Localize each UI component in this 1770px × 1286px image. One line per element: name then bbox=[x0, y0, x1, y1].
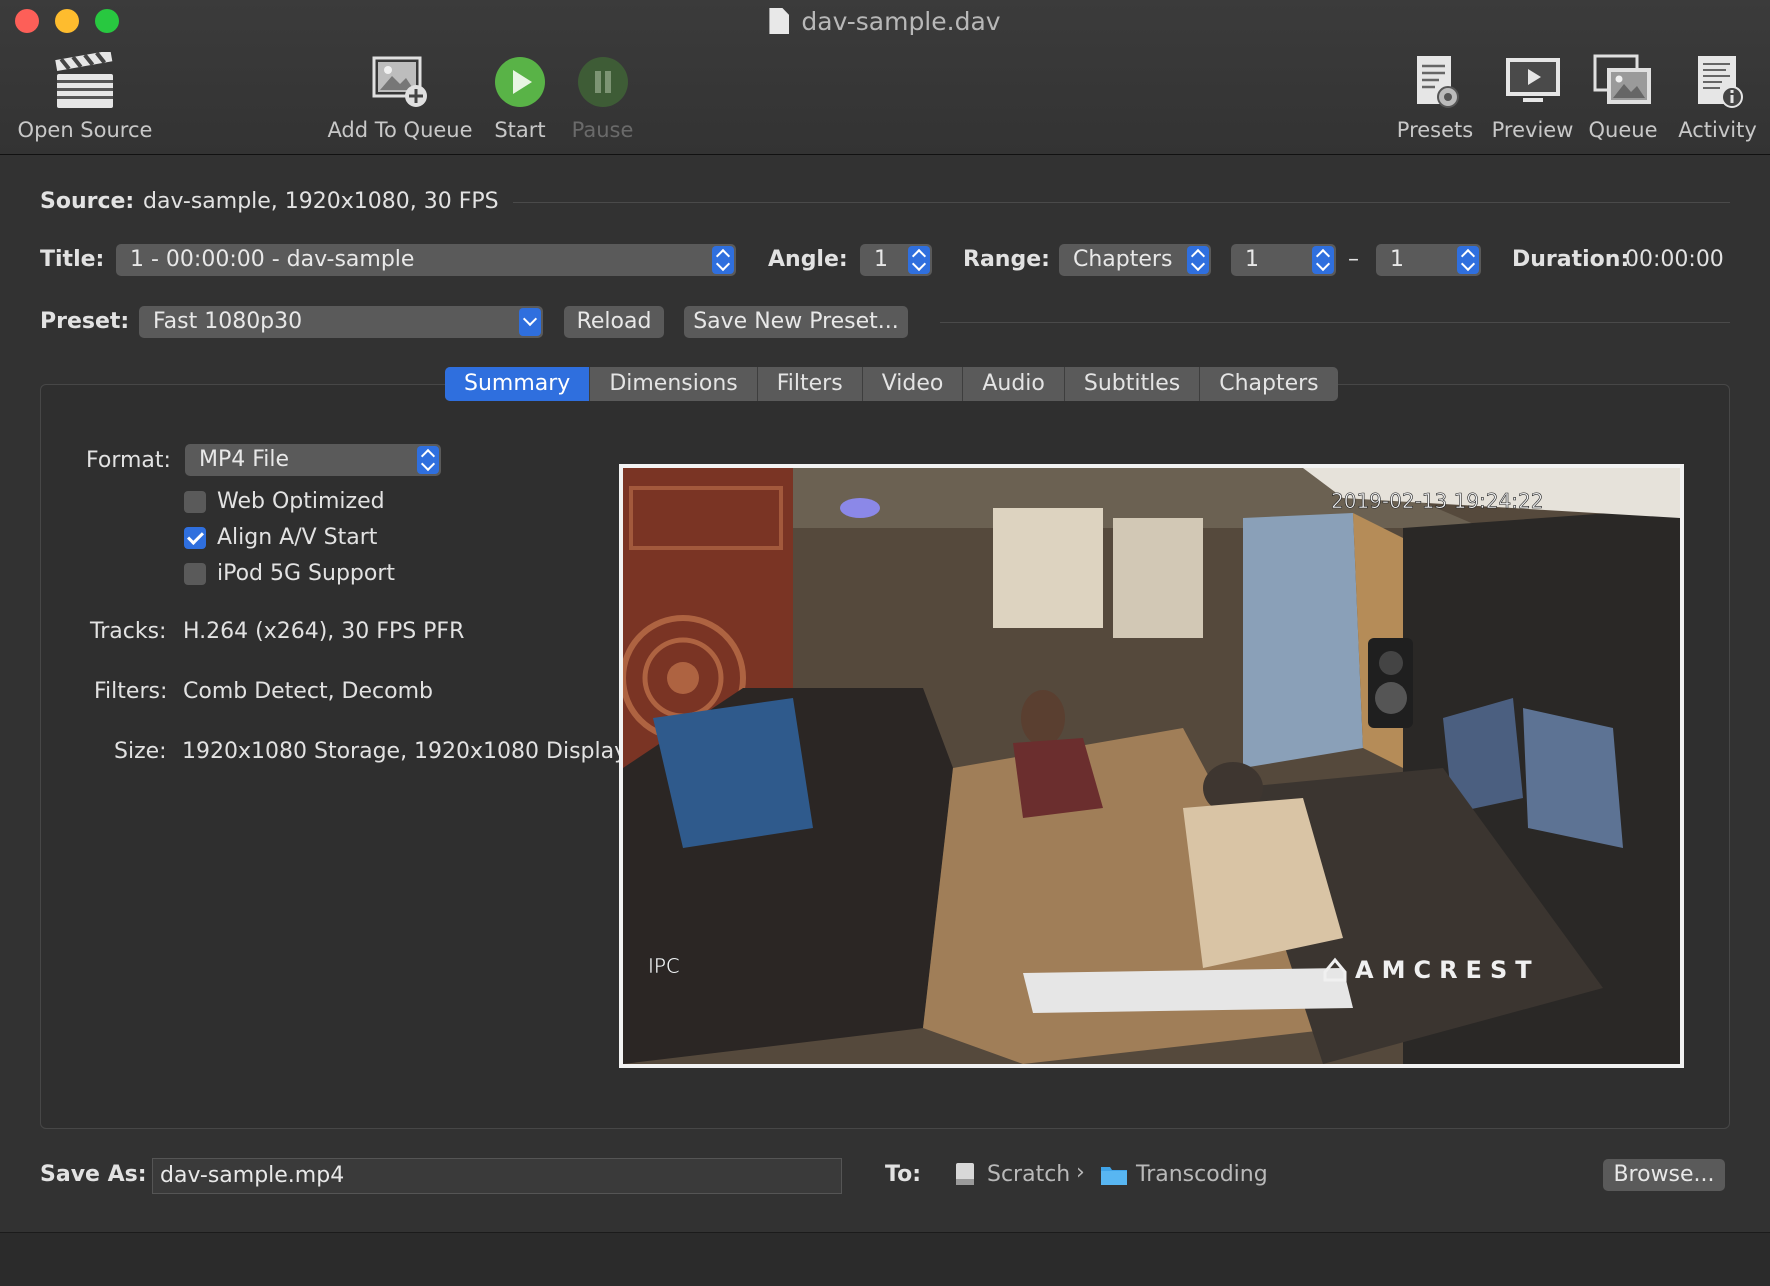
range-start-select[interactable]: 1 bbox=[1231, 244, 1336, 276]
app-window: dav-sample.dav Open Source Add To Queue … bbox=[0, 0, 1770, 1286]
filters-label: Filters: bbox=[94, 679, 168, 704]
range-end-select[interactable]: 1 bbox=[1376, 244, 1481, 276]
duration-label: Duration: bbox=[1512, 247, 1630, 272]
reload-button[interactable]: Reload bbox=[564, 306, 664, 338]
path-separator-chevron-icon: › bbox=[1076, 1160, 1085, 1185]
activity-log-icon bbox=[1686, 52, 1750, 112]
save-as-label: Save As: bbox=[40, 1162, 147, 1187]
align-av-start-label: Align A/V Start bbox=[217, 525, 378, 550]
source-value: dav-sample, 1920x1080, 30 FPS bbox=[143, 189, 499, 214]
angle-select[interactable]: 1 bbox=[860, 244, 932, 276]
drive-path-item[interactable]: Scratch bbox=[987, 1162, 1070, 1187]
up-down-chevron-icon bbox=[1457, 246, 1479, 274]
format-select[interactable]: MP4 File bbox=[185, 444, 441, 476]
title-label: Title: bbox=[40, 247, 105, 272]
monitor-play-icon bbox=[1501, 52, 1565, 112]
preset-select[interactable]: Fast 1080p30 bbox=[139, 306, 543, 338]
duration-value: 00:00:00 bbox=[1625, 247, 1724, 272]
filters-value: Comb Detect, Decomb bbox=[183, 679, 433, 704]
preset-separator bbox=[940, 322, 1730, 323]
toolbar: dav-sample.dav Open Source Add To Queue … bbox=[0, 0, 1770, 155]
queue-images-icon bbox=[1591, 52, 1655, 112]
save-new-preset-button[interactable]: Save New Preset... bbox=[684, 306, 908, 338]
title-select[interactable]: 1 - 00:00:00 - dav-sample bbox=[116, 244, 736, 276]
tracks-value: H.264 (x264), 30 FPS PFR bbox=[183, 619, 465, 644]
folder-path-item[interactable]: Transcoding bbox=[1136, 1162, 1268, 1187]
ipc-overlay: IPC bbox=[648, 954, 680, 978]
web-optimized-label: Web Optimized bbox=[217, 489, 385, 514]
format-label: Format: bbox=[86, 448, 171, 473]
to-label: To: bbox=[885, 1162, 921, 1187]
video-preview-image: 2019-02-13 19:24:22 IPC AMCREST bbox=[619, 464, 1684, 1068]
activity-button[interactable]: Activity bbox=[1670, 52, 1765, 142]
document-icon bbox=[769, 8, 790, 34]
chevron-down-icon bbox=[519, 308, 541, 336]
preview-button[interactable]: Preview bbox=[1485, 52, 1580, 142]
up-down-chevron-icon bbox=[908, 246, 930, 274]
tab-audio[interactable]: Audio bbox=[963, 367, 1065, 401]
size-label: Size: bbox=[114, 739, 167, 764]
size-value: 1920x1080 Storage, 1920x1080 Display bbox=[182, 739, 628, 764]
pause-icon bbox=[571, 52, 635, 112]
tracks-label: Tracks: bbox=[90, 619, 167, 644]
drive-icon bbox=[954, 1162, 976, 1186]
status-bar bbox=[0, 1232, 1770, 1286]
tab-subtitles[interactable]: Subtitles bbox=[1065, 367, 1201, 401]
web-optimized-checkbox[interactable] bbox=[184, 491, 206, 513]
queue-button[interactable]: Queue bbox=[1583, 52, 1663, 142]
timestamp-overlay: 2019-02-13 19:24:22 bbox=[1331, 489, 1543, 513]
preset-label: Preset: bbox=[40, 309, 130, 334]
add-to-queue-button[interactable]: Add To Queue bbox=[320, 52, 480, 142]
play-icon bbox=[488, 52, 552, 112]
add-image-icon bbox=[368, 52, 432, 112]
tab-filters[interactable]: Filters bbox=[758, 367, 863, 401]
studio-scene-image: 2019-02-13 19:24:22 IPC AMCREST bbox=[623, 468, 1680, 1064]
ipod-5g-support-label: iPod 5G Support bbox=[217, 561, 396, 586]
range-label: Range: bbox=[963, 247, 1050, 272]
tab-dimensions[interactable]: Dimensions bbox=[590, 367, 758, 401]
amcrest-logo: AMCREST bbox=[1323, 956, 1540, 984]
pause-button[interactable]: Pause bbox=[565, 52, 640, 142]
range-type-select[interactable]: Chapters bbox=[1059, 244, 1211, 276]
source-separator bbox=[513, 202, 1730, 203]
open-source-button[interactable]: Open Source bbox=[10, 50, 160, 142]
window-title: dav-sample.dav bbox=[0, 7, 1770, 36]
range-dash: – bbox=[1348, 247, 1359, 272]
up-down-chevron-icon bbox=[417, 446, 439, 474]
align-av-start-checkbox[interactable] bbox=[184, 527, 206, 549]
svg-text:AMCREST: AMCREST bbox=[1355, 956, 1540, 984]
folder-icon bbox=[1100, 1164, 1128, 1186]
tab-video[interactable]: Video bbox=[863, 367, 964, 401]
tab-summary[interactable]: Summary bbox=[445, 367, 591, 401]
angle-label: Angle: bbox=[768, 247, 848, 272]
browse-button[interactable]: Browse... bbox=[1603, 1159, 1725, 1191]
ipod-5g-support-checkbox[interactable] bbox=[184, 563, 206, 585]
up-down-chevron-icon bbox=[712, 246, 734, 274]
tab-bar: Summary Dimensions Filters Video Audio S… bbox=[445, 367, 1338, 401]
tab-chapters[interactable]: Chapters bbox=[1200, 367, 1337, 401]
source-label: Source: bbox=[40, 189, 135, 214]
presets-button[interactable]: Presets bbox=[1390, 52, 1480, 142]
start-button[interactable]: Start bbox=[485, 52, 555, 142]
save-as-field[interactable]: dav-sample.mp4 bbox=[152, 1158, 842, 1194]
up-down-chevron-icon bbox=[1312, 246, 1334, 274]
clapperboard-icon bbox=[53, 50, 117, 112]
presets-icon bbox=[1403, 52, 1467, 112]
up-down-chevron-icon bbox=[1187, 246, 1209, 274]
